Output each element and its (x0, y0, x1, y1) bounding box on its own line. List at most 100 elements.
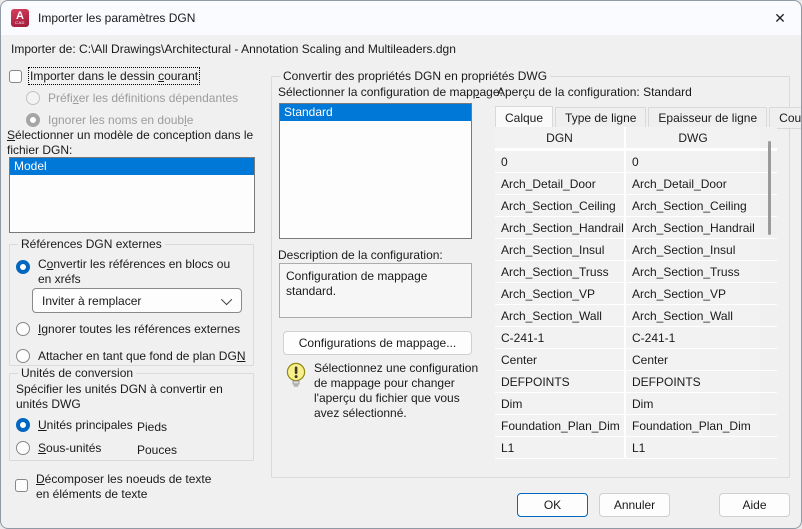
table-row[interactable]: DimDim (495, 393, 777, 415)
explode-text-nodes-checkbox[interactable]: Décomposer les noeuds de texte en élémen… (15, 472, 218, 502)
ignore-duplicates-label: Ignorer les noms en double (48, 113, 193, 127)
table-row[interactable]: 00 (495, 151, 777, 173)
attach-dgn-underlay-radio[interactable]: Attacher en tant que fond de plan DGN (16, 349, 245, 363)
column-header-dgn: DGN (495, 127, 626, 148)
cell-dgn: C-241-1 (495, 327, 626, 348)
radio-circle[interactable] (16, 322, 30, 336)
cell-dwg: L1 (626, 437, 760, 458)
preview-tab-epaisseur-de-ligne[interactable]: Epaisseur de ligne (648, 107, 767, 129)
convert-dgn-properties-group: Convertir des propriétés DGN en propriét… (271, 76, 790, 478)
conversion-units-subtitle: Spécifier les unités DGN à convertir en … (16, 382, 250, 412)
radio-circle[interactable] (16, 260, 30, 274)
convert-references-radio[interactable]: Convertir les références en blocs ou en … (16, 257, 234, 287)
ignore-external-references-radio[interactable]: Ignorer toutes les références externes (16, 322, 240, 336)
table-row[interactable]: DEFPOINTSDEFPOINTS (495, 371, 777, 393)
cell-dwg: 0 (626, 151, 760, 172)
cell-dwg: Arch_Section_Handrail (626, 217, 760, 238)
preview-tab-type-de-ligne[interactable]: Type de ligne (555, 107, 646, 129)
config-preview-label: Aperçu de la configuration: Standard (497, 85, 692, 99)
table-row[interactable]: Arch_Section_InsulArch_Section_Insul (495, 239, 777, 261)
table-row[interactable]: CenterCenter (495, 349, 777, 371)
mapping-setups-button[interactable]: Configurations de mappage... (283, 331, 472, 355)
preview-tabs: CalqueType de ligneEpaisseur de ligneCou… (495, 106, 802, 129)
cell-dgn: Foundation_Plan_Dim (495, 415, 626, 436)
help-button[interactable]: Aide (719, 493, 790, 517)
config-description-box: Configuration de mappage standard. (279, 263, 472, 318)
config-description-label: Description de la configuration: (278, 248, 443, 262)
cell-dwg: Arch_Section_Insul (626, 239, 760, 260)
table-scrollbar-thumb[interactable] (768, 141, 771, 235)
table-row[interactable]: Foundation_Plan_DimFoundation_Plan_Dim (495, 415, 777, 437)
external-dgn-references-group: Références DGN externes Convertir les ré… (9, 244, 254, 366)
ignore-external-references-label: Ignorer toutes les références externes (38, 322, 240, 336)
import-current-checkbox[interactable]: Importer dans le dessin courant (9, 69, 198, 83)
autocad-app-icon: A CAD (11, 9, 29, 27)
import-dgn-settings-dialog: A CAD Importer les paramètres DGN ✕ Impo… (0, 0, 802, 529)
config-list-item[interactable]: Standard (280, 104, 471, 121)
titlebar: A CAD Importer les paramètres DGN ✕ (1, 1, 801, 35)
cell-dgn: DEFPOINTS (495, 371, 626, 392)
radio-circle[interactable] (16, 418, 30, 432)
chevron-down-icon (221, 293, 232, 304)
cell-dwg: Arch_Section_Truss (626, 261, 760, 282)
table-row[interactable]: Arch_Detail_DoorArch_Detail_Door (495, 173, 777, 195)
radio-circle[interactable] (16, 441, 30, 455)
master-units-label: Unités principales (38, 418, 133, 432)
design-model-listbox[interactable]: Model (9, 157, 255, 233)
checkbox-box[interactable] (15, 479, 28, 492)
explode-text-nodes-label: Décomposer les noeuds de texte en élémen… (36, 472, 218, 502)
external-dgn-references-title: Références DGN externes (18, 237, 165, 251)
column-header-dwg: DWG (626, 127, 760, 148)
master-units-radio[interactable]: Unités principales (16, 418, 133, 432)
lightbulb-tip-icon (285, 362, 307, 390)
table-header-row: DGN DWG (495, 127, 777, 151)
ok-button[interactable]: OK (517, 493, 588, 517)
table-row[interactable]: L1L1 (495, 437, 777, 459)
ignore-duplicates-radio: Ignorer les noms en double (26, 113, 193, 127)
convert-references-label: Convertir les références en blocs ou en … (38, 257, 234, 287)
cell-dgn: Arch_Section_Wall (495, 305, 626, 326)
cell-dgn: L1 (495, 437, 626, 458)
import-current-label: Importer dans le dessin courant (30, 69, 198, 83)
table-row[interactable]: Arch_Section_CeilingArch_Section_Ceiling (495, 195, 777, 217)
cell-dwg: Center (626, 349, 760, 370)
radio-circle (26, 91, 40, 105)
table-row[interactable]: Arch_Section_HandrailArch_Section_Handra… (495, 217, 777, 239)
cell-dwg: Arch_Section_Ceiling (626, 195, 760, 216)
close-icon[interactable]: ✕ (769, 7, 791, 29)
xref-handling-value: Inviter à remplacer (42, 294, 141, 308)
source-path-label: Importer de: C:\All Drawings\Architectur… (11, 42, 456, 56)
cell-dwg: Foundation_Plan_Dim (626, 415, 760, 436)
mapping-preview-table: DGN DWG 00Arch_Detail_DoorArch_Detail_Do… (495, 127, 777, 464)
window-title: Importer les paramètres DGN (38, 11, 195, 25)
sub-units-radio[interactable]: Sous-unités (16, 441, 101, 455)
cell-dwg: Arch_Detail_Door (626, 173, 760, 194)
radio-circle[interactable] (16, 349, 30, 363)
table-row[interactable]: Arch_Section_WallArch_Section_Wall (495, 305, 777, 327)
sub-units-value: Pouces (137, 443, 177, 457)
app-icon-subtext: CAD (15, 21, 25, 25)
table-row[interactable]: Arch_Section_VPArch_Section_VP (495, 283, 777, 305)
mapping-table-body: 00Arch_Detail_DoorArch_Detail_DoorArch_S… (495, 151, 777, 459)
checkbox-box[interactable] (9, 70, 22, 83)
xref-handling-dropdown[interactable]: Inviter à remplacer (32, 288, 242, 313)
sub-units-label: Sous-unités (38, 441, 101, 455)
prefix-dependents-label: Préfixer les définitions dépendantes (48, 91, 238, 105)
cell-dwg: C-241-1 (626, 327, 760, 348)
cancel-button[interactable]: Annuler (599, 493, 670, 517)
cell-dgn: Arch_Section_VP (495, 283, 626, 304)
convert-dgn-properties-title: Convertir des propriétés DGN en propriét… (280, 69, 550, 83)
conversion-units-title: Unités de conversion (18, 366, 136, 380)
table-row[interactable]: Arch_Section_TrussArch_Section_Truss (495, 261, 777, 283)
cell-dwg: Arch_Section_Wall (626, 305, 760, 326)
preview-tab-calque[interactable]: Calque (495, 106, 553, 129)
preview-tab-couleur[interactable]: Couleur (769, 107, 802, 129)
cell-dgn: Arch_Section_Insul (495, 239, 626, 260)
mapping-config-listbox[interactable]: Standard (279, 103, 472, 239)
cell-dgn: Dim (495, 393, 626, 414)
cell-dgn: Arch_Section_Ceiling (495, 195, 626, 216)
attach-dgn-underlay-label: Attacher en tant que fond de plan DGN (38, 349, 245, 363)
table-row[interactable]: C-241-1C-241-1 (495, 327, 777, 349)
cell-dgn: Arch_Section_Handrail (495, 217, 626, 238)
model-list-item[interactable]: Model (10, 158, 254, 175)
